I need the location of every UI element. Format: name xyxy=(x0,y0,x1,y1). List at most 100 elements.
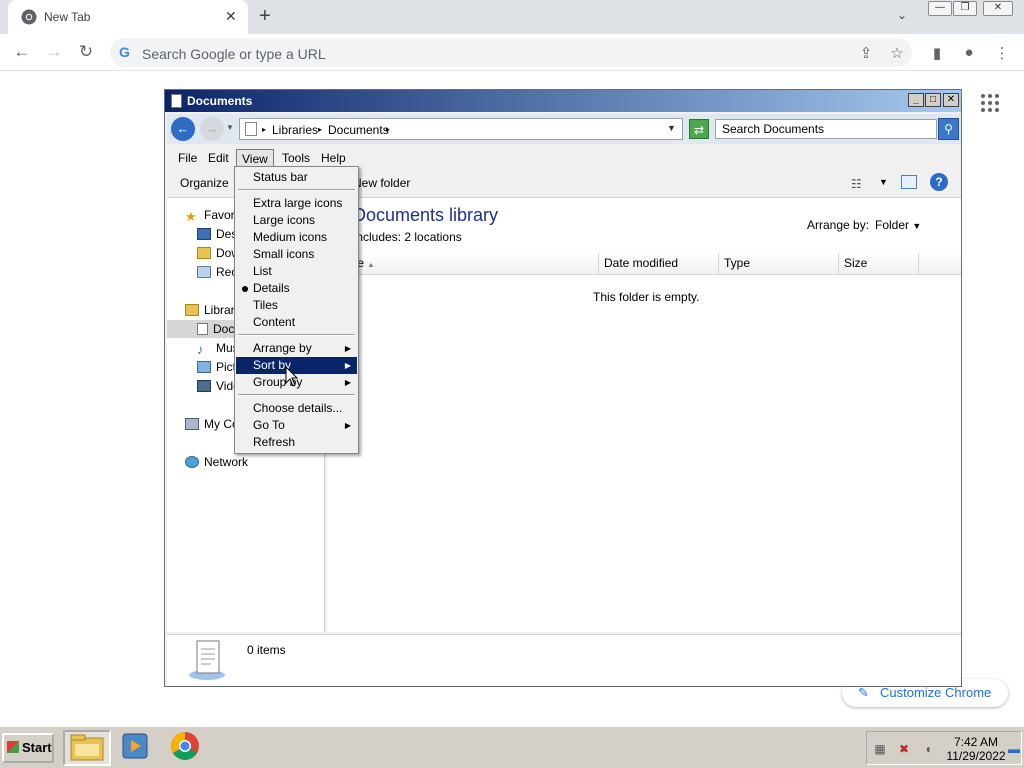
view-menu-tiles[interactable]: Tiles xyxy=(236,297,357,314)
explorer-maximize-button[interactable]: □ xyxy=(925,93,941,107)
chrome-minimize-button[interactable]: — xyxy=(928,1,952,16)
google-g-icon: G xyxy=(119,44,130,60)
security-alert-tray-icon[interactable]: ✖ xyxy=(897,742,911,756)
tab-close-icon[interactable]: ✕ xyxy=(225,8,237,25)
mouse-cursor-icon xyxy=(285,366,299,387)
taskbar-explorer-app[interactable] xyxy=(63,730,111,766)
taskbar-chrome-app[interactable] xyxy=(163,730,211,766)
explorer-forward-icon[interactable]: → xyxy=(200,117,224,141)
submenu-arrow-icon: ▶ xyxy=(344,361,351,370)
breadcrumb-libraries[interactable]: Libraries xyxy=(272,123,318,137)
arrange-by-dropdown[interactable]: Folder ▼ xyxy=(875,218,921,232)
explorer-close-button[interactable]: ✕ xyxy=(943,93,959,107)
search-magnifier-icon[interactable]: ⚲ xyxy=(938,118,959,140)
address-field[interactable]: ▸ Libraries ▸ Documents ▸ ▼ xyxy=(239,118,683,140)
explorer-refresh-icon[interactable]: ⇄ xyxy=(689,119,709,139)
reload-icon[interactable]: ↻ xyxy=(76,42,96,62)
browser-tab-strip: New Tab ✕ + ⌄ — ❐ ✕ xyxy=(0,0,1024,34)
column-header-size[interactable]: Size xyxy=(839,253,919,274)
new-folder-button[interactable]: New folder xyxy=(353,176,410,190)
view-menu-go-to[interactable]: Go To ▶ xyxy=(236,417,357,434)
arrange-dropdown-icon: ▼ xyxy=(912,221,922,231)
chrome-icon xyxy=(21,9,37,25)
view-menu-list[interactable]: List xyxy=(236,263,357,280)
breadcrumb-documents[interactable]: Documents xyxy=(328,123,389,137)
history-dropdown-icon[interactable]: ▼ xyxy=(226,123,234,132)
back-arrow-icon[interactable]: ← xyxy=(12,42,32,62)
side-panel-icon[interactable]: ▮ xyxy=(927,44,947,62)
item-count: 0 items xyxy=(247,643,286,657)
view-menu-arrange-by-label: Arrange by xyxy=(253,341,312,355)
address-dropdown-icon[interactable]: ▼ xyxy=(667,123,676,133)
view-menu-medium-icons[interactable]: Medium icons xyxy=(236,229,357,246)
menu-file[interactable]: File xyxy=(175,151,200,165)
view-menu-go-to-label: Go To xyxy=(253,418,285,432)
includes-locations-link[interactable]: 2 locations xyxy=(404,230,461,244)
kebab-menu-icon[interactable]: ⋮ xyxy=(992,44,1012,62)
library-title: Documents library xyxy=(353,205,499,225)
breadcrumb-end-chevron-icon[interactable]: ▸ xyxy=(386,125,390,134)
view-menu-small-icons[interactable]: Small icons xyxy=(236,246,357,263)
clock-time: 7:42 AM xyxy=(953,735,999,749)
view-menu-status-bar[interactable]: Status bar xyxy=(236,169,357,186)
menu-separator xyxy=(238,189,355,191)
start-button[interactable]: Start xyxy=(2,733,54,763)
browser-tab-new-tab[interactable]: New Tab ✕ xyxy=(8,0,248,34)
preview-pane-icon[interactable] xyxy=(901,175,917,189)
profile-avatar-icon[interactable]: ● xyxy=(959,44,979,61)
nav-network-label: Network xyxy=(204,455,249,469)
organize-button[interactable]: Organize xyxy=(180,176,229,190)
column-header-name[interactable]: Name ▲ xyxy=(327,253,599,274)
chrome-restore-button[interactable]: ❐ xyxy=(953,1,977,16)
breadcrumb-separator-icon[interactable]: ▸ xyxy=(318,125,322,134)
arrange-by-value: Folder xyxy=(875,218,910,232)
explorer-minimize-button[interactable]: _ xyxy=(908,93,924,107)
view-options-dropdown-icon[interactable]: ▼ xyxy=(879,177,888,187)
view-menu-large-icons[interactable]: Large icons xyxy=(236,212,357,229)
bookmark-star-icon[interactable]: ☆ xyxy=(887,44,907,62)
taskbar-media-player-app[interactable] xyxy=(113,730,161,766)
column-header-date-modified[interactable]: Date modified xyxy=(599,253,719,274)
system-tray: ▦ ✖ ◖ 7:42 AM 11/29/2022 ▬ xyxy=(866,731,1022,765)
show-desktop-icon[interactable]: ▬ xyxy=(1007,742,1021,756)
help-icon[interactable]: ? xyxy=(930,173,948,191)
tab-title: New Tab xyxy=(44,10,91,24)
explorer-back-icon[interactable]: ← xyxy=(171,117,195,141)
breadcrumb-root-chevron-icon[interactable]: ▸ xyxy=(262,125,266,134)
clock-date: 11/29/2022 xyxy=(946,749,1006,763)
menu-tools[interactable]: Tools xyxy=(279,151,313,165)
recent-places-icon xyxy=(197,266,211,278)
chrome-close-button[interactable]: ✕ xyxy=(983,1,1013,16)
omnibox[interactable]: G Search Google or type a URL xyxy=(110,38,912,67)
view-menu-arrange-by[interactable]: Arrange by ▶ xyxy=(236,340,357,357)
forward-arrow-icon[interactable]: → xyxy=(44,42,64,62)
view-menu-refresh[interactable]: Refresh xyxy=(236,434,357,451)
new-tab-plus-icon[interactable]: + xyxy=(259,4,271,28)
view-menu-choose-details[interactable]: Choose details... xyxy=(236,400,357,417)
change-view-icon[interactable]: ☷ xyxy=(851,177,862,191)
view-menu-details[interactable]: Details xyxy=(236,280,357,297)
volume-speaker-icon[interactable]: ◖ xyxy=(921,742,935,756)
view-menu-details-label: Details xyxy=(253,281,290,295)
taskbar-clock[interactable]: 7:42 AM 11/29/2022 xyxy=(945,735,1007,763)
nav-network[interactable]: Network xyxy=(185,453,248,471)
document-icon xyxy=(171,94,182,108)
column-header-type[interactable]: Type xyxy=(719,253,839,274)
windows-logo-icon xyxy=(7,741,19,753)
view-dropdown-menu: Status bar Extra large icons Large icons… xyxy=(234,166,359,454)
explorer-title-bar[interactable]: Documents _ □ ✕ xyxy=(165,90,961,112)
media-player-icon xyxy=(122,733,148,759)
view-menu-content[interactable]: Content xyxy=(236,314,357,331)
menu-help[interactable]: Help xyxy=(318,151,349,165)
share-icon[interactable]: ⇪ xyxy=(856,44,876,62)
tab-search-chevron-icon[interactable]: ⌄ xyxy=(897,8,907,22)
videos-icon xyxy=(197,380,211,392)
network-tray-icon[interactable]: ▦ xyxy=(873,742,887,756)
google-apps-icon[interactable] xyxy=(981,94,999,112)
taskbar: Start ▦ ✖ ◖ 7:42 AM 11/29/2022 ▬ xyxy=(0,726,1024,768)
search-documents-input[interactable]: Search Documents xyxy=(715,119,937,139)
libraries-icon xyxy=(185,304,199,316)
menu-edit[interactable]: Edit xyxy=(205,151,232,165)
view-menu-extra-large-icons[interactable]: Extra large icons xyxy=(236,195,357,212)
content-pane: Documents library Includes: 2 locations … xyxy=(327,198,961,632)
